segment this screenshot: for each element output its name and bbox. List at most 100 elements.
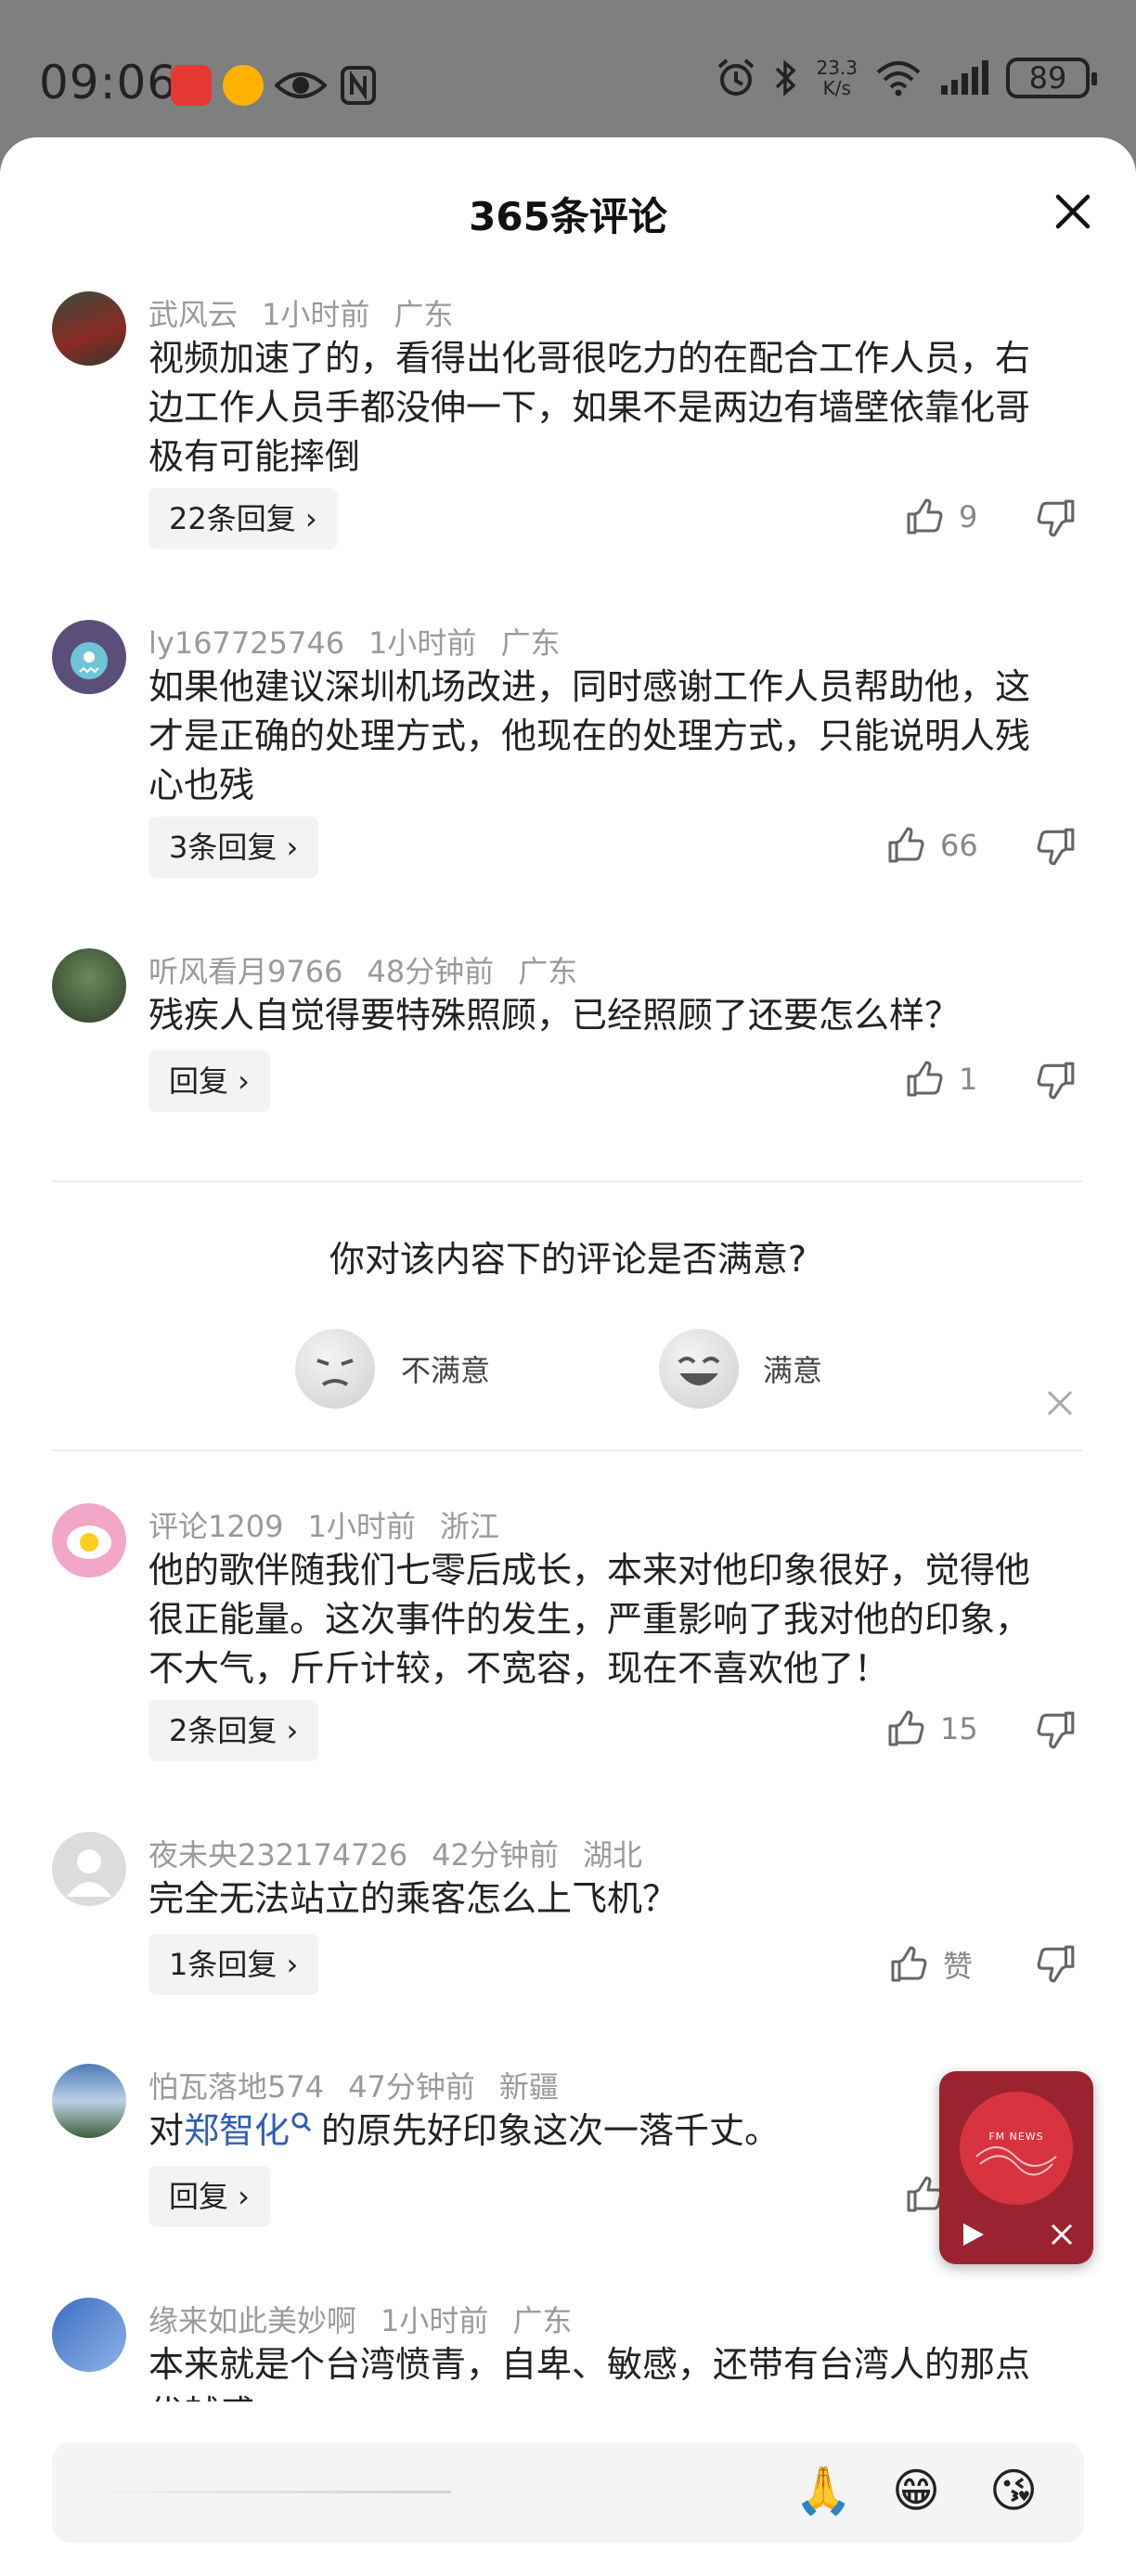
unsatisfied-label[interactable]: 不满意: [401, 1347, 490, 1390]
like-button[interactable]: 9: [905, 497, 977, 536]
waveform-icon: [975, 2146, 1057, 2176]
emoji-pray-icon[interactable]: 🙏: [794, 2463, 852, 2518]
comment-region: 广东: [394, 297, 454, 332]
avatar[interactable]: [52, 291, 126, 366]
floating-audio-player[interactable]: FM NEWS: [939, 2071, 1093, 2264]
mention-link[interactable]: 郑智化: [184, 2110, 290, 2151]
comment-region: 新疆: [498, 2069, 559, 2105]
comments-sheet: 365条评论 武风云 1小时前 广东 视频加速了的，看得出化哥很吃力的在配合工作人员…: [0, 137, 1136, 2576]
signal-icon: [941, 60, 988, 95]
comment-time: 47分钟前: [348, 2069, 475, 2105]
comment-text: 如果他建议深圳机场改进，同时感谢工作人员帮助他，这 才是正确的处理方式，他现在的…: [148, 663, 1086, 810]
username[interactable]: 听风看月9766: [148, 954, 342, 989]
sheet-title: 365条评论: [469, 194, 667, 239]
comment-meta: 评论1209 1小时前 浙江: [148, 1503, 523, 1546]
like-count: 9: [959, 499, 978, 535]
like-label: 赞: [943, 1949, 974, 1984]
thumbs-up-icon: [888, 1710, 924, 1746]
thumbs-down-icon[interactable]: [1036, 826, 1077, 867]
username[interactable]: 武风云: [148, 297, 238, 332]
thumbs-down-icon[interactable]: [1036, 1709, 1077, 1750]
avatar-image: [67, 1526, 111, 1559]
thumbs-up-icon: [888, 827, 924, 863]
reply-button[interactable]: 回复 ›: [148, 2166, 270, 2227]
username[interactable]: 夜未央232174726: [148, 1837, 407, 1873]
emoji-kiss-icon[interactable]: 😘: [989, 2463, 1038, 2518]
status-right: 23.3 K/s 89: [716, 58, 1097, 98]
like-button[interactable]: 15: [886, 1709, 978, 1748]
huawei-app-icon: [171, 65, 212, 106]
satisfied-label[interactable]: 满意: [763, 1347, 822, 1390]
comment-line: 本来就是个台湾愤青，自卑、敏感，还带有台湾人的那点: [148, 2344, 1031, 2385]
comment-input[interactable]: 🙏 😁 😘: [52, 2442, 1084, 2543]
divider: [52, 1449, 1082, 1451]
weibo-icon: [223, 65, 264, 106]
thumbs-down-icon[interactable]: [1036, 1943, 1077, 1984]
close-icon[interactable]: [1049, 2222, 1075, 2248]
like-count: 1: [959, 1062, 978, 1097]
comment-line: 他的歌伴随我们七零后成长，本来对他印象很好，觉得他: [148, 1550, 1031, 1591]
view-replies-button[interactable]: 2条回复 ›: [148, 1700, 319, 1761]
comment-time: 48分钟前: [367, 954, 495, 989]
comment-time: 42分钟前: [432, 1837, 559, 1873]
thumbs-up-icon: [891, 1946, 927, 1982]
comment-line: 完全无法站立的乘客怎么上飞机？: [148, 1878, 678, 1919]
network-speed: 23.3 K/s: [816, 58, 858, 98]
username[interactable]: ly167725746: [148, 625, 344, 661]
satisfied-face-drawing: [678, 1357, 720, 1385]
thumbs-down-icon[interactable]: [1036, 497, 1077, 538]
avatar[interactable]: [52, 1503, 126, 1578]
eye-icon: [275, 72, 327, 98]
username[interactable]: 缘来如此美妙啊: [148, 2303, 356, 2338]
like-button[interactable]: 66: [886, 826, 978, 865]
comment-text: 视频加速了的，看得出化哥很吃力的在配合工作人员，右 边工作人员手都没伸一下，如果…: [148, 334, 1086, 482]
like-button[interactable]: 赞: [889, 1943, 973, 1986]
emoji-grin-icon[interactable]: 😁: [892, 2463, 940, 2518]
status-time: 09:06: [39, 56, 178, 109]
comment-time: 1小时前: [262, 297, 370, 332]
status-bar: 09:06 23.3 K/s 89: [0, 0, 1136, 139]
comment-meta: 缘来如此美妙啊 1小时前 广东: [148, 2298, 596, 2340]
thumbs-up-icon: [907, 498, 943, 535]
comment-region: 广东: [500, 625, 561, 661]
close-icon[interactable]: [1045, 184, 1101, 239]
input-caret-line: [80, 2491, 451, 2493]
view-replies-button[interactable]: 1条回复 ›: [148, 1934, 319, 1995]
unsatisfied-face-icon[interactable]: [295, 1329, 375, 1409]
avatar[interactable]: [52, 948, 126, 1023]
satisfied-face-icon[interactable]: [659, 1329, 739, 1409]
view-replies-button[interactable]: 22条回复 ›: [148, 488, 338, 549]
comment-line: 不大气，斤斤计较，不宽容，现在不喜欢他了！: [148, 1648, 890, 1689]
play-icon[interactable]: [958, 2220, 988, 2249]
username[interactable]: 评论1209: [148, 1509, 283, 1544]
comment-meta: 夜未央232174726 42分钟前 湖北: [148, 1832, 666, 1874]
comment-region: 广东: [518, 954, 578, 989]
view-replies-button[interactable]: 3条回复 ›: [148, 817, 319, 878]
like-count: 66: [940, 828, 978, 863]
thumbs-up-icon[interactable]: [905, 2175, 944, 2214]
like-button[interactable]: 1: [905, 1060, 977, 1099]
speed-value: 23.3: [816, 57, 858, 79]
search-icon[interactable]: [290, 2110, 314, 2138]
avatar[interactable]: [52, 1832, 126, 1906]
close-icon[interactable]: [1045, 1388, 1075, 1418]
comment-text: 残疾人自觉得要特殊照顾，已经照顾了还要怎么样？: [148, 991, 1086, 1040]
comment-time: 1小时前: [307, 1509, 416, 1544]
comment-line: 视频加速了的，看得出化哥很吃力的在配合工作人员，右: [148, 338, 1031, 379]
comment-text-prefix: 对: [148, 2110, 185, 2151]
nfc-icon: [341, 66, 376, 105]
comment-meta: 怕瓦落地574 47分钟前 新疆: [148, 2064, 583, 2106]
avatar[interactable]: [52, 2064, 126, 2138]
comment-line: 心也残: [148, 765, 255, 805]
unsatisfied-face-drawing: [316, 1359, 354, 1386]
avatar[interactable]: [52, 2298, 126, 2372]
thumbs-up-icon: [907, 1061, 943, 1097]
default-avatar-icon: [67, 1849, 111, 1897]
comment-line: 才是正确的处理方式，他现在的处理方式，只能说明人残: [148, 715, 1031, 756]
player-cover: FM NEWS: [960, 2092, 1073, 2205]
avatar[interactable]: [52, 620, 126, 694]
username[interactable]: 怕瓦落地574: [148, 2069, 324, 2105]
thumbs-down-icon[interactable]: [1036, 1060, 1077, 1101]
reply-button[interactable]: 回复 ›: [148, 1050, 270, 1112]
comment-region: 广东: [512, 2303, 573, 2338]
